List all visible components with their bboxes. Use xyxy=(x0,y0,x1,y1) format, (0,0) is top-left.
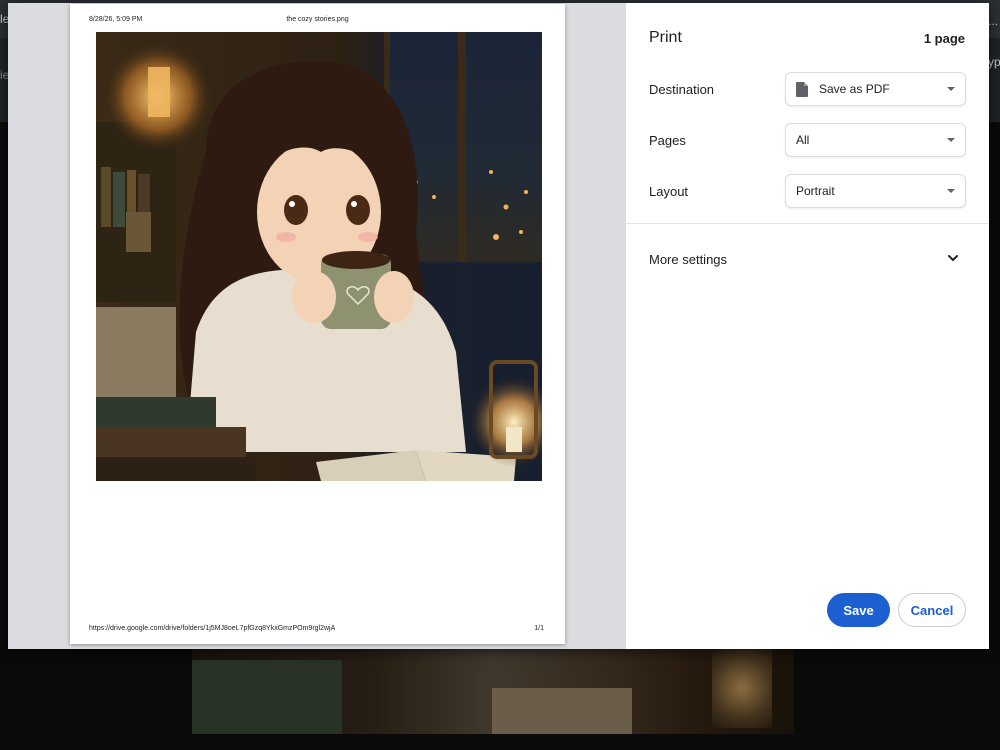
dropdown-arrow-icon xyxy=(947,138,955,142)
page-footer-page-number: 1/1 xyxy=(534,625,544,632)
pages-select[interactable]: All xyxy=(785,123,966,157)
print-settings-panel: Print 1 page Destination Save as PDF Pag… xyxy=(626,3,989,649)
background-image xyxy=(192,640,794,734)
preview-page: 8/28/26, 5:09 PM the cozy stories.png ht… xyxy=(70,4,565,644)
background-edge-text: ... xyxy=(988,14,999,28)
cozy-girl-illustration xyxy=(96,32,542,481)
background-candle xyxy=(712,648,772,728)
more-settings-toggle[interactable]: More settings xyxy=(626,243,989,275)
background-book xyxy=(192,660,342,734)
dropdown-arrow-icon xyxy=(947,189,955,193)
print-preview-area[interactable]: 8/28/26, 5:09 PM the cozy stories.png ht… xyxy=(8,3,626,649)
page-count: 1 page xyxy=(923,31,965,46)
save-button[interactable]: Save xyxy=(827,593,890,627)
layout-label: Layout xyxy=(649,184,689,199)
background-page xyxy=(492,688,632,734)
document-icon xyxy=(796,81,808,97)
layout-select[interactable]: Portrait xyxy=(785,174,966,208)
background-edge-text: ype xyxy=(988,55,1000,69)
destination-select[interactable]: Save as PDF xyxy=(785,72,966,106)
destination-label: Destination xyxy=(649,82,715,97)
print-dialog: 8/28/26, 5:09 PM the cozy stories.png ht… xyxy=(8,3,989,649)
dropdown-arrow-icon xyxy=(947,87,955,91)
destination-value: Save as PDF xyxy=(819,82,890,96)
more-settings-label: More settings xyxy=(649,252,728,267)
pages-label: Pages xyxy=(649,133,686,148)
cancel-button[interactable]: Cancel xyxy=(898,593,966,627)
settings-divider xyxy=(626,223,989,224)
page-header-title: the cozy stories.png xyxy=(286,16,349,23)
page-footer-url: https://drive.google.com/drive/folders/1… xyxy=(89,625,336,632)
layout-value: Portrait xyxy=(796,184,835,198)
pages-value: All xyxy=(796,133,810,147)
chevron-down-icon xyxy=(946,251,960,265)
dialog-title: Print xyxy=(649,29,682,46)
preview-image xyxy=(96,32,542,481)
